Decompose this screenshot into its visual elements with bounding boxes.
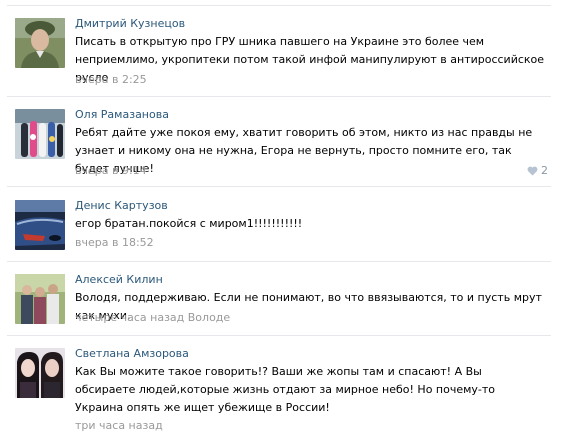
comment-item: Оля Рамазанова Ребят дайте уже покоя ему… xyxy=(0,97,567,187)
comment-text: егор братан.покойся с миром1!!!!!!!!!!! xyxy=(75,217,303,230)
comment-time: четыре часа назад Володе xyxy=(75,311,230,325)
avatar[interactable] xyxy=(15,348,65,398)
reply-to-link[interactable]: Володе xyxy=(188,311,230,324)
comment-author[interactable]: Денис Картузов xyxy=(75,199,168,213)
avatar[interactable] xyxy=(15,109,65,159)
comment-time-label[interactable]: вчера в 2:25 xyxy=(75,73,147,86)
comment-time[interactable]: вчера в 9:14 xyxy=(75,164,147,178)
avatar[interactable] xyxy=(15,18,65,68)
comment-author[interactable]: Дмитрий Кузнецов xyxy=(75,17,185,31)
comment-text: Как Вы можите такое говорить!? Ваши же ж… xyxy=(75,365,496,414)
comment-time-label[interactable]: вчера в 9:14 xyxy=(75,164,147,177)
like-count: 2 xyxy=(541,164,548,177)
comment-author[interactable]: Алексей Килин xyxy=(75,273,163,287)
comment-time-label[interactable]: четыре часа назад xyxy=(75,311,184,324)
avatar[interactable] xyxy=(15,200,65,250)
comment-time-label[interactable]: три часа назад xyxy=(75,419,163,432)
avatar[interactable] xyxy=(15,274,65,324)
comment-time[interactable]: вчера в 18:52 xyxy=(75,236,154,250)
comment-time[interactable]: вчера в 2:25 xyxy=(75,73,147,87)
comment-author[interactable]: Светлана Амзорова xyxy=(75,347,189,361)
comment-time[interactable]: три часа назад xyxy=(75,419,163,433)
heart-icon xyxy=(527,166,538,176)
like-button[interactable]: 2 xyxy=(527,164,548,178)
comment-item: Дмитрий Кузнецов Писать в открытую про Г… xyxy=(0,6,567,97)
comment-item: Денис Картузов егор братан.покойся с мир… xyxy=(0,187,567,262)
comment-author[interactable]: Оля Рамазанова xyxy=(75,108,169,122)
comment-item: Светлана Амзорова Как Вы можите такое го… xyxy=(0,336,567,437)
comment-time-label[interactable]: вчера в 18:52 xyxy=(75,236,154,249)
comment-item: Алексей Килин Володя, поддерживаю. Если … xyxy=(0,262,567,336)
